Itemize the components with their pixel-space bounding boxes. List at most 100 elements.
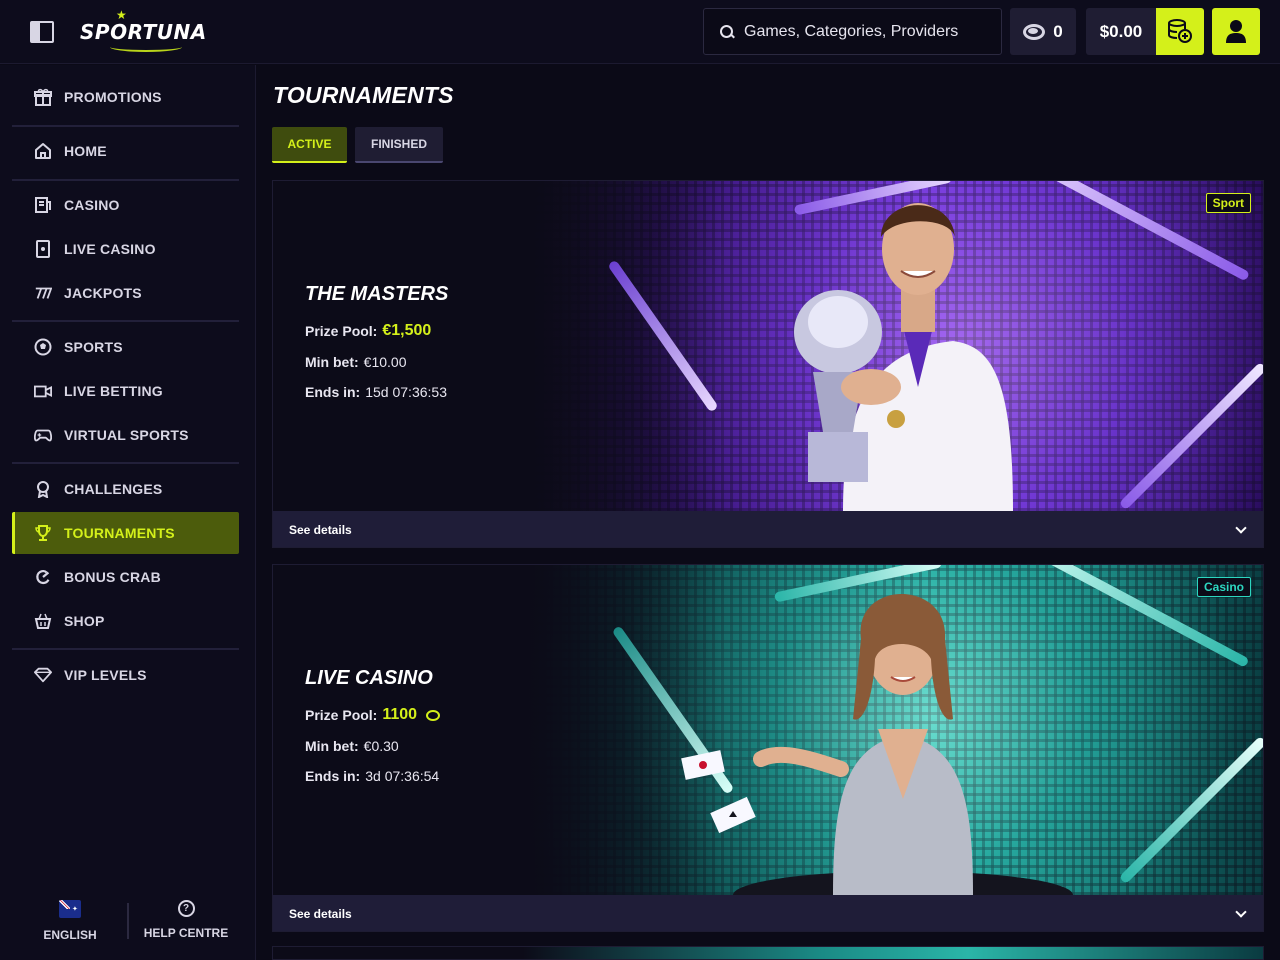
jackpot-icon [34,284,52,302]
sidebar-item-challenges[interactable]: CHALLENGES [12,468,239,510]
sidebar-item-live-betting[interactable]: LIVE BETTING [12,370,239,412]
footballer-with-trophy-image [794,203,1013,511]
prize-pool-label: Prize Pool: [305,707,378,723]
live-dealer-image [681,594,1073,895]
tournament-info: THE MASTERS Prize Pool: €1,500 Min bet: … [305,283,448,414]
sidebar-divider [12,648,239,650]
sidebar-item-label: JACKPOTS [64,285,142,301]
ends-in-row: Ends in: 15d 07:36:53 [305,384,448,400]
prize-pool-row: Prize Pool: €1,500 [305,322,448,340]
gift-icon [34,88,52,106]
tournament-name: THE MASTERS [305,283,449,305]
sidebar-item-label: VIRTUAL SPORTS [64,427,189,443]
language-label: ENGLISH [43,928,97,942]
coin-icon [426,709,441,721]
chevron-down-icon [1235,522,1247,534]
ends-in-value: 15d 07:36:53 [365,384,447,400]
see-details-toggle[interactable]: See details [273,895,1263,931]
video-icon [34,382,52,400]
australia-flag-icon [59,900,81,918]
question-circle-icon: ? [177,900,195,917]
sidebar-divider [12,320,239,322]
basket-icon [34,612,52,630]
coins-count: 0 [1053,21,1063,41]
min-bet-value: €0.30 [363,738,399,754]
bottom-divider [127,903,129,939]
sidebar-item-label: HOME [64,143,107,159]
sidebar-item-label: CHALLENGES [64,481,163,497]
sidebar-item-vip-levels[interactable]: VIP LEVELS [12,654,239,696]
sidebar-item-sports[interactable]: SPORTS [12,326,239,368]
category-badge: Sport [1205,193,1251,213]
prize-pool-label: Prize Pool: [305,323,378,339]
sidebar-divider [12,125,239,127]
sidebar-item-shop[interactable]: SHOP [12,600,239,642]
tab-finished[interactable]: FINISHED [355,127,443,163]
sidebar-item-tournaments[interactable]: TOURNAMENTS [12,512,239,554]
prize-pool-value: 1100 [382,706,418,723]
tournament-card: Casino LIVE CASINO Prize Pool: 1100 Min … [272,564,1264,932]
tournament-card-partial [272,946,1264,960]
sidebar-item-label: TOURNAMENTS [64,525,175,541]
sidebar: PROMOTIONS HOME CASINO LIVE CASINO JACKP… [0,65,256,960]
sidebar-item-jackpots[interactable]: JACKPOTS [12,272,239,314]
see-details-toggle[interactable]: See details [273,511,1263,547]
coins-button[interactable]: 0 [1010,8,1076,55]
logo-swoosh [110,42,182,52]
sidebar-divider [12,179,239,181]
banner-fade [523,181,723,511]
ends-in-value: 3d 07:36:54 [365,768,440,784]
tournament-info: LIVE CASINO Prize Pool: 1100 Min bet: €0… [305,667,441,798]
bonus-crab-icon [34,568,52,586]
sidebar-toggle-icon[interactable] [30,21,54,43]
user-icon [1226,20,1246,43]
sidebar-item-label: LIVE CASINO [64,241,156,257]
gamepad-icon [34,426,52,444]
search-input[interactable]: Games, Categories, Providers [703,8,1002,55]
sidebar-item-label: PROMOTIONS [64,89,162,105]
casino-icon [34,196,52,214]
sidebar-item-casino[interactable]: CASINO [12,184,239,226]
language-selector[interactable]: ENGLISH [30,900,110,944]
search-icon [720,24,734,39]
see-details-label: See details [289,907,352,921]
tournament-name: LIVE CASINO [305,667,433,689]
page-title: TOURNAMENTS [273,82,454,108]
live-casino-icon [34,240,52,258]
min-bet-row: Min bet: €10.00 [305,354,448,370]
sidebar-item-label: SHOP [64,613,105,629]
sidebar-item-bonus-crab[interactable]: BONUS CRAB [12,556,239,598]
help-centre-link[interactable]: ? HELP CENTRE [140,900,232,942]
coin-icon [1023,23,1046,40]
sidebar-item-virtual-sports[interactable]: VIRTUAL SPORTS [12,414,239,456]
ends-in-label: Ends in: [305,768,361,784]
sidebar-item-live-casino[interactable]: LIVE CASINO [12,228,239,270]
logo-text: SPORTUNA [80,20,207,44]
see-details-label: See details [289,523,352,537]
min-bet-label: Min bet: [305,738,359,754]
search-placeholder: Games, Categories, Providers [744,22,959,40]
tournament-card: Sport THE MASTERS Prize Pool: €1,500 Min… [272,180,1264,548]
sidebar-item-label: SPORTS [64,339,123,355]
chevron-down-icon [1235,906,1247,918]
sidebar-item-home[interactable]: HOME [12,130,239,172]
sidebar-item-label: CASINO [64,197,120,213]
balance-display[interactable]: $0.00 [1086,8,1156,55]
tab-active[interactable]: ACTIVE [272,127,347,163]
min-bet-value: €10.00 [363,354,407,370]
category-badge: Casino [1196,577,1251,597]
sidebar-item-label: LIVE BETTING [64,383,163,399]
diamond-icon [34,666,52,684]
sidebar-item-label: BONUS CRAB [64,569,161,585]
ends-in-label: Ends in: [305,384,361,400]
home-icon [34,142,52,160]
top-header: ★ SPORTUNA Games, Categories, Providers … [0,0,1280,64]
deposit-button[interactable] [1156,8,1204,55]
help-centre-label: HELP CENTRE [143,926,229,940]
deposit-coins-icon [1168,19,1192,43]
sidebar-divider [12,462,239,464]
user-account-button[interactable] [1212,8,1260,55]
sidebar-item-promotions[interactable]: PROMOTIONS [12,76,239,118]
min-bet-row: Min bet: €0.30 [305,738,440,754]
prize-pool-value: €1,500 [382,322,432,339]
